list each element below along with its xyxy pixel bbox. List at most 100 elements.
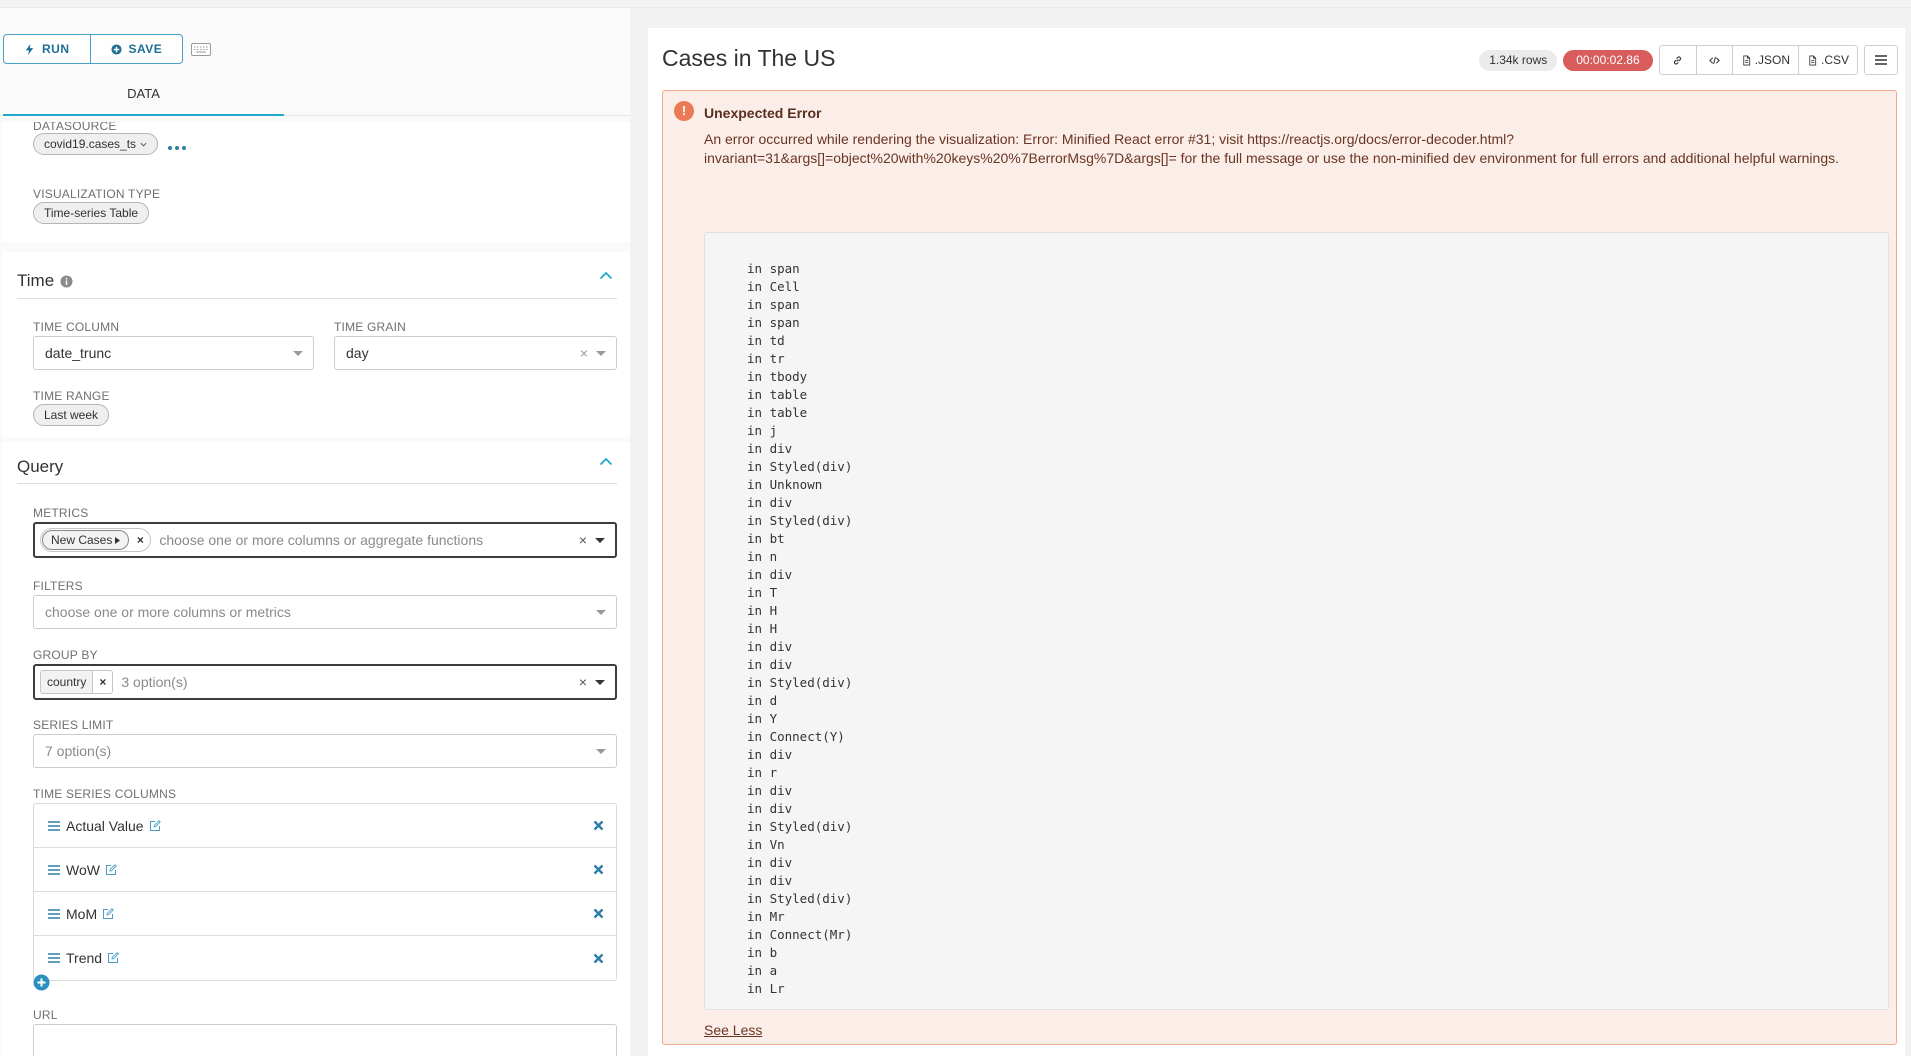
stack-trace-line: in Styled(div) (747, 891, 853, 906)
metric-tag[interactable]: New Cases × (40, 528, 152, 552)
stack-trace-line: in a (747, 963, 778, 978)
clear-icon[interactable]: × (580, 345, 588, 361)
caret-down-icon (595, 538, 605, 543)
group-by-tag[interactable]: country × (40, 670, 114, 694)
stack-trace-line: in span (747, 315, 800, 330)
export-csv-button[interactable]: .CSV (1797, 46, 1857, 74)
stack-trace-line: in div (747, 657, 793, 672)
edit-icon[interactable] (149, 819, 161, 832)
stack-trace-line: in d (747, 693, 778, 708)
stack-trace-line: in T (747, 585, 778, 600)
time-series-columns-label: TIME SERIES COLUMNS (33, 787, 177, 801)
chart-panel: Cases in The US 1.34k rows 00:00:02.86 .… (648, 28, 1905, 1056)
edit-icon[interactable] (107, 952, 119, 964)
divider (17, 483, 617, 484)
file-icon (1742, 55, 1750, 65)
file-icon (1809, 55, 1817, 65)
datasource-label: DATASOURCE (33, 122, 117, 133)
filters-select[interactable]: choose one or more columns or metrics (33, 595, 617, 629)
chart-title[interactable]: Cases in The US (662, 45, 835, 72)
export-json-button[interactable]: .JSON (1731, 46, 1798, 74)
remove-icon[interactable] (593, 820, 604, 831)
stack-trace-line: in div (747, 801, 793, 816)
time-grain-select[interactable]: day × (334, 336, 617, 370)
group-by-select[interactable]: country × 3 option(s) × (33, 664, 617, 700)
stack-trace-line: in b (747, 945, 778, 960)
stack-trace-line: in Styled(div) (747, 459, 853, 474)
chart-header-actions: 1.34k rows 00:00:02.86 .JSON .CSV (1479, 45, 1898, 75)
add-column-icon[interactable] (33, 974, 50, 991)
query-section-header[interactable]: Query (17, 457, 63, 477)
stack-trace-line: in td (747, 333, 785, 348)
remove-icon[interactable] (593, 908, 604, 919)
remove-tag-icon[interactable]: × (130, 529, 150, 551)
chevron-up-icon[interactable] (599, 457, 613, 466)
chevron-down-icon (140, 142, 147, 147)
stack-trace-line: in Y (747, 711, 778, 726)
remove-icon[interactable] (593, 953, 604, 964)
time-section: Time TIME COLUMN date_trunc TIME GRAIN d… (2, 252, 630, 437)
clear-icon[interactable]: × (579, 674, 587, 690)
caret-down-icon (596, 351, 606, 356)
plus-circle-icon (110, 43, 122, 55)
time-range-pill[interactable]: Last week (33, 404, 110, 426)
drag-handle-icon[interactable] (48, 820, 60, 831)
chevron-up-icon[interactable] (599, 271, 613, 280)
error-alert: ! Unexpected Error An error occurred whi… (662, 90, 1897, 1045)
error-stack-trace: in span in Cell in span in span in td in tr in… (704, 232, 1889, 1010)
time-series-column-row[interactable]: MoM (34, 892, 616, 936)
bolt-icon (25, 43, 34, 55)
save-button[interactable]: SAVE (89, 35, 183, 63)
url-input[interactable] (33, 1024, 617, 1056)
time-series-column-row[interactable]: WoW (34, 848, 616, 892)
panel-tabs: DATA (0, 72, 630, 116)
group-by-label: GROUP BY (33, 648, 98, 662)
datasource-pill[interactable]: covid19.cases_ts (33, 133, 159, 155)
time-series-columns-list: Actual Value WoW MoM Trend (33, 803, 617, 981)
time-section-header[interactable]: Time (17, 271, 73, 291)
group-by-tag-text: country (41, 671, 93, 693)
time-column-select[interactable]: date_trunc (33, 336, 314, 370)
stack-trace-line: in Vn (747, 837, 785, 852)
run-button[interactable]: RUN (4, 35, 90, 63)
time-series-column-row[interactable]: Trend (34, 936, 616, 980)
controls-scroll-area[interactable]: DATASOURCE covid19.cases_ts VISUALIZATIO… (2, 122, 630, 1056)
embed-code-button[interactable] (1695, 46, 1732, 74)
datasource-more-icon[interactable] (168, 146, 186, 150)
stack-trace-line: in Lr (747, 981, 785, 996)
edit-icon[interactable] (102, 907, 114, 920)
time-range-label: TIME RANGE (33, 389, 110, 403)
metrics-label: METRICS (33, 506, 89, 520)
query-section: Query METRICS New Cases × choose one or … (2, 442, 630, 1056)
row-count-badge: 1.34k rows (1479, 49, 1558, 71)
remove-icon[interactable] (593, 864, 604, 875)
copy-link-button[interactable] (1660, 46, 1696, 74)
drag-handle-icon[interactable] (48, 864, 60, 875)
metrics-select[interactable]: New Cases × choose one or more columns o… (33, 522, 617, 558)
clear-icon[interactable]: × (579, 532, 587, 548)
elapsed-time-badge: 00:00:02.86 (1563, 49, 1653, 71)
stack-trace-line: in n (747, 549, 778, 564)
time-series-column-row[interactable]: Actual Value (34, 804, 616, 848)
stack-trace-line: in Styled(div) (747, 513, 853, 528)
drag-handle-icon[interactable] (48, 908, 60, 919)
tab-data[interactable]: DATA (3, 72, 284, 116)
viz-type-pill[interactable]: Time-series Table (33, 202, 150, 224)
stack-trace-line: in H (747, 603, 778, 618)
keyboard-icon[interactable] (191, 42, 212, 56)
control-panel: RUN SAVE DATA DATASOURCE covid19.cases_t… (0, 8, 630, 1056)
stack-trace-line: in div (747, 747, 793, 762)
more-menu-button[interactable] (1864, 45, 1898, 75)
export-button-group: .JSON .CSV (1658, 45, 1858, 75)
caret-down-icon (293, 351, 303, 356)
stack-trace-line: in Styled(div) (747, 819, 853, 834)
see-less-link[interactable]: See Less (704, 1022, 762, 1038)
metric-tag-label: New Cases (42, 530, 130, 550)
remove-tag-icon[interactable]: × (92, 671, 112, 693)
url-label: URL (33, 1008, 58, 1022)
metrics-placeholder: choose one or more columns or aggregate … (159, 532, 484, 548)
drag-handle-icon[interactable] (48, 953, 60, 963)
hamburger-icon (1875, 55, 1887, 65)
series-limit-select[interactable]: 7 option(s) (33, 734, 617, 768)
edit-icon[interactable] (105, 863, 117, 876)
